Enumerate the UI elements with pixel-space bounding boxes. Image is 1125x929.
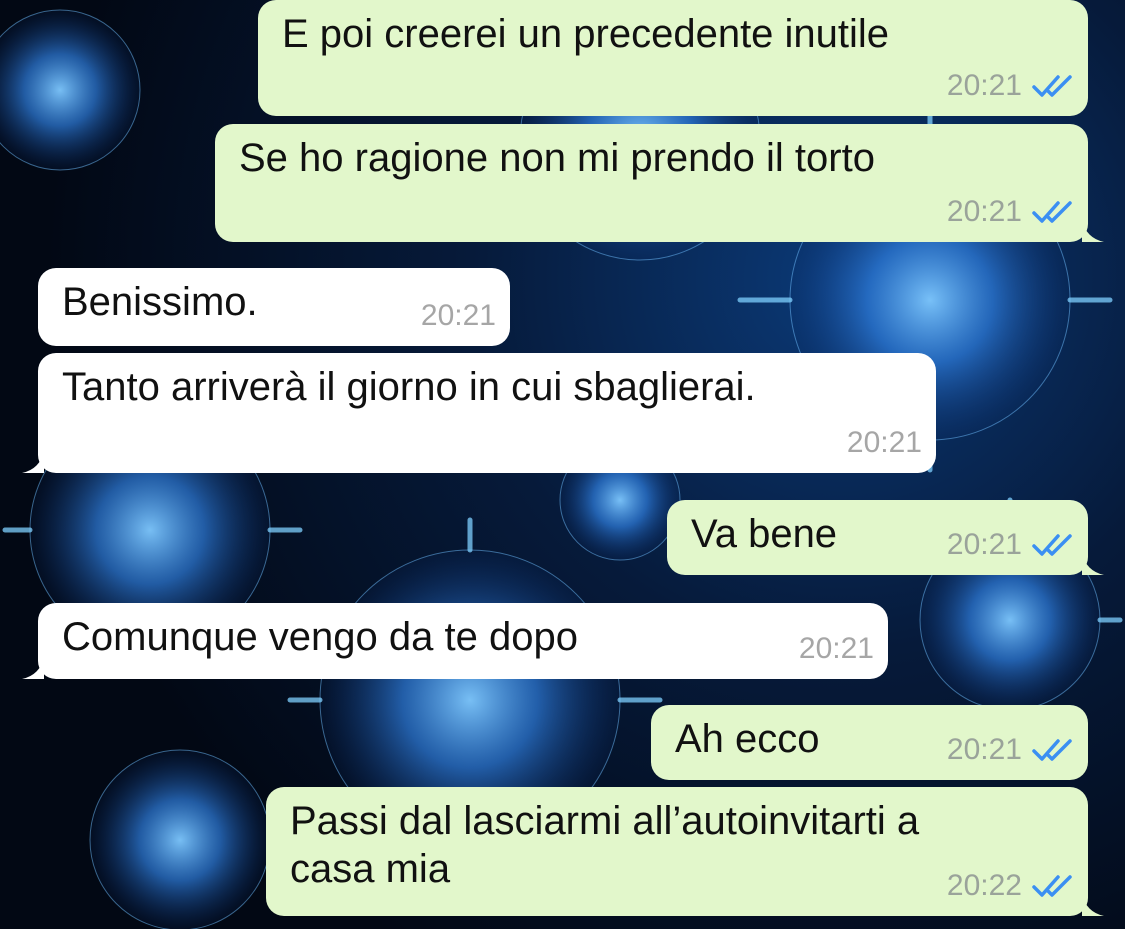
message-time: 20:21: [946, 733, 1022, 766]
message-text: Comunque vengo da te dopo: [62, 615, 578, 659]
bubble-tail: [22, 657, 44, 679]
message-time: 20:21: [946, 195, 1022, 228]
read-receipt-icon: [1032, 873, 1076, 899]
message-bubble-incoming[interactable]: Comunque vengo da te dopo 20:21: [22, 603, 888, 679]
message-bubble-outgoing[interactable]: Va bene 20:21: [667, 500, 1104, 575]
message-bubble-outgoing[interactable]: Ah ecco 20:21: [651, 705, 1088, 780]
message-time: 20:21: [946, 69, 1022, 102]
bubble-tail: [1082, 553, 1104, 575]
message-time: 20:21: [846, 426, 922, 459]
read-receipt-icon: [1032, 199, 1076, 225]
read-receipt-icon: [1032, 73, 1076, 99]
read-receipt-icon: [1032, 737, 1076, 763]
message-bubble-outgoing[interactable]: Passi dal lasciarmi all’autoinvitarti a …: [266, 787, 1104, 916]
bubble-tail: [22, 451, 44, 473]
message-bubble-outgoing[interactable]: E poi creerei un precedente inutile 20:2…: [258, 0, 1088, 116]
message-bubble-incoming[interactable]: Benissimo. 20:21: [38, 268, 510, 346]
bubble-tail: [1082, 220, 1104, 242]
message-time: 20:21: [798, 632, 874, 665]
message-text: Se ho ragione non mi prendo il torto: [239, 136, 875, 180]
read-receipt-icon: [1032, 532, 1076, 558]
message-time: 20:22: [946, 869, 1022, 902]
message-time: 20:21: [946, 528, 1022, 561]
message-bubble-incoming[interactable]: Tanto arriverà il giorno in cui sbaglier…: [22, 353, 936, 473]
message-time: 20:21: [420, 299, 496, 332]
bubble-tail: [1082, 894, 1104, 916]
message-text: E poi creerei un precedente inutile: [282, 12, 890, 56]
message-text: Tanto arriverà il giorno in cui sbaglier…: [62, 365, 756, 409]
message-bubble-outgoing[interactable]: Se ho ragione non mi prendo il torto 20:…: [215, 124, 1104, 242]
